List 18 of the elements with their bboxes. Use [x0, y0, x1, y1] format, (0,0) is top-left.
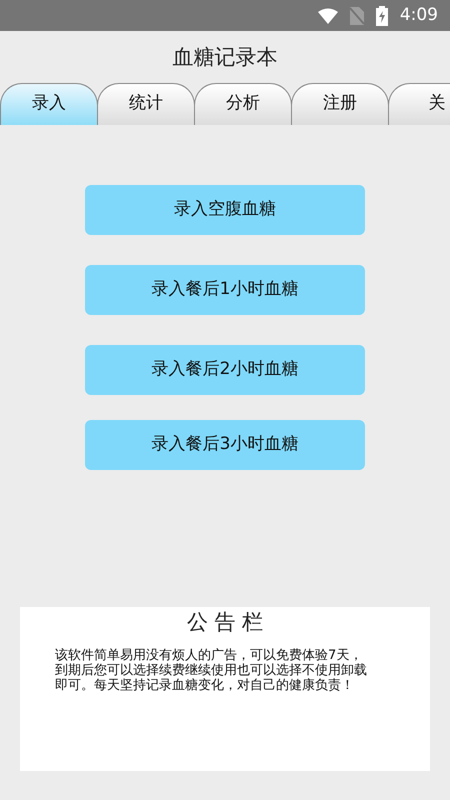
notice-title: 公 告 栏: [186, 608, 264, 636]
tab[interactable]: 关: [388, 82, 450, 124]
tab[interactable]: 注册: [291, 82, 389, 124]
record-button[interactable]: 录入餐后2小时血糖: [85, 344, 365, 394]
record-button[interactable]: 录入空腹血糖: [85, 184, 365, 234]
record-button[interactable]: 录入餐后1小时血糖: [85, 264, 365, 314]
tab[interactable]: 分析: [194, 82, 292, 124]
tab[interactable]: 录入: [0, 82, 98, 124]
notice-text: 即可。每天坚持记录血糖变化，对自己的健康负责！: [55, 678, 355, 693]
wifi-icon: [318, 8, 338, 24]
notice-text: 该软件简单易用没有烦人的广告，可以免费体验7天，: [55, 648, 364, 663]
app-title: 血糖记录本: [172, 44, 278, 71]
battery-charging-icon: [376, 6, 388, 26]
no-sim-icon: [350, 6, 364, 24]
notice-text: 到期后您可以选择续费继续使用也可以选择不使用卸载: [55, 663, 368, 678]
tab[interactable]: 统计: [97, 82, 195, 124]
record-button[interactable]: 录入餐后3小时血糖: [85, 420, 365, 470]
status-time: 4:09: [400, 4, 438, 27]
